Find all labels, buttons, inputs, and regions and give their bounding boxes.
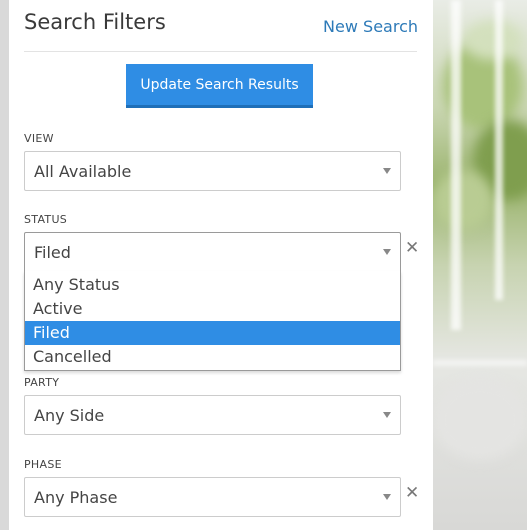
phase-select-value: Any Phase <box>34 488 118 507</box>
chevron-down-icon <box>383 168 391 174</box>
status-option-cancelled[interactable]: Cancelled <box>25 345 400 369</box>
phase-select[interactable]: Any Phase <box>24 477 401 517</box>
page-title: Search Filters <box>24 10 166 34</box>
update-search-results-button[interactable]: Update Search Results <box>126 64 313 108</box>
status-select-value: Filed <box>34 243 71 262</box>
search-filters-panel: Search Filters New Search Update Search … <box>9 0 433 530</box>
status-select[interactable]: Filed <box>24 232 401 272</box>
status-option-any-status[interactable]: Any Status <box>25 273 400 297</box>
background-photo <box>433 0 527 530</box>
party-select[interactable]: Any Side <box>24 395 401 435</box>
chevron-down-icon <box>383 494 391 500</box>
status-option-active[interactable]: Active <box>25 297 400 321</box>
view-select-value: All Available <box>34 162 132 181</box>
status-label: STATUS <box>24 213 68 226</box>
phase-label: PHASE <box>24 458 62 471</box>
party-label: PARTY <box>24 376 60 389</box>
new-search-link[interactable]: New Search <box>323 17 418 36</box>
view-label: VIEW <box>24 132 54 145</box>
status-option-filed[interactable]: Filed <box>25 321 400 345</box>
party-select-value: Any Side <box>34 406 105 425</box>
phase-clear-close-icon[interactable]: ✕ <box>405 485 419 502</box>
divider <box>24 51 417 52</box>
status-clear-close-icon[interactable]: ✕ <box>405 240 419 257</box>
left-edge-background <box>0 0 9 530</box>
chevron-down-icon <box>383 249 391 255</box>
status-dropdown: Any Status Active Filed Cancelled <box>24 271 401 371</box>
chevron-down-icon <box>383 412 391 418</box>
view-select[interactable]: All Available <box>24 151 401 191</box>
